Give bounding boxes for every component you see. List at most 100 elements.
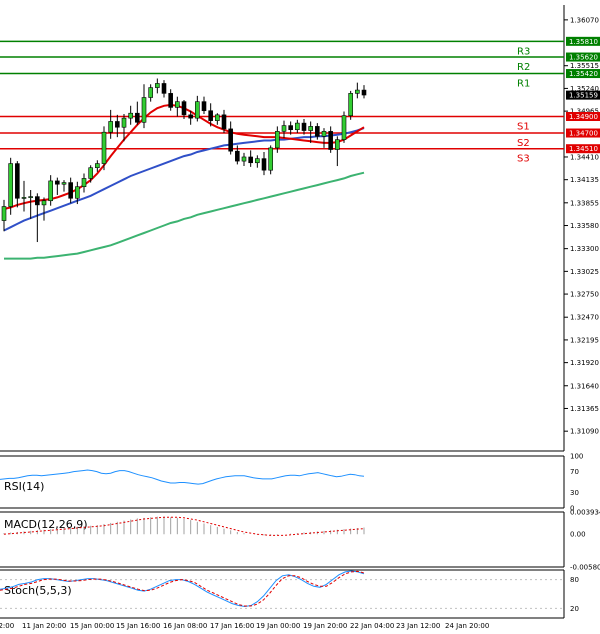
current-price-tag: 1.35159 <box>566 90 600 100</box>
x-tick-label: 24 Jan 20:00 <box>445 622 489 630</box>
candle <box>201 96 207 115</box>
x-tick-label: 22 Jan 04:00 <box>350 622 394 630</box>
candle <box>175 96 180 117</box>
candle-body <box>8 163 13 207</box>
candle-body <box>175 101 180 108</box>
level-value-r2: 1.35620 <box>569 54 598 62</box>
candle-body <box>188 114 193 119</box>
y-tick-label: 1.32750 <box>570 291 599 299</box>
candle-body <box>35 196 40 206</box>
candle-body <box>328 131 333 150</box>
y-tick-label: 1.34410 <box>570 153 599 161</box>
rsi-axis-ticks: 10070300 <box>570 453 583 513</box>
candle <box>15 161 20 208</box>
candle <box>95 160 100 172</box>
candle <box>195 95 200 122</box>
candle-body <box>355 89 360 94</box>
candle-body <box>255 158 260 164</box>
candle-body <box>215 114 220 121</box>
candle-body <box>295 122 300 131</box>
macd-axis-ticks: 0.003934 0.00 -0.005803 <box>570 509 600 572</box>
candle <box>148 84 153 102</box>
rsi-tick-label: 30 <box>570 489 579 497</box>
candle-body <box>108 121 113 133</box>
candle <box>81 173 87 193</box>
candle-body <box>48 180 53 202</box>
candle <box>68 177 73 204</box>
candle-body <box>228 128 233 152</box>
x-axis-labels: 12:00 11 Jan 20:00 15 Jan 00:0015 Jan 16:0… <box>0 622 489 630</box>
candle-body <box>88 167 93 179</box>
y-tick-label: 1.33025 <box>570 268 599 276</box>
y-tick-label: 1.31920 <box>570 359 599 367</box>
candle-body <box>301 122 307 131</box>
x-tick-label: 12:00 <box>0 622 14 630</box>
candle-body <box>335 139 340 150</box>
rsi-line <box>0 469 365 485</box>
rsi-tick-label: 70 <box>570 468 579 476</box>
x-tick-label: 17 Jan 16:00 <box>210 622 254 630</box>
candle-body <box>348 93 353 116</box>
macd-tick-label: 0.003934 <box>570 509 600 517</box>
current-price-label: 1.35159 <box>569 92 598 100</box>
candle-body <box>41 200 47 206</box>
candle-body <box>201 101 207 112</box>
candle-body <box>221 114 227 130</box>
candle-body <box>208 110 213 121</box>
candle <box>215 113 220 125</box>
candle <box>108 109 113 139</box>
level-value-r3: 1.35810 <box>569 38 598 46</box>
candle <box>35 193 40 243</box>
candle-body <box>361 89 367 96</box>
candle <box>141 84 147 129</box>
candle <box>28 190 33 219</box>
x-tick-label: 16 Jan 08:00 <box>163 622 207 630</box>
macd-tick-label: -0.005803 <box>570 564 600 572</box>
candle <box>268 145 273 175</box>
candle-body <box>121 117 127 128</box>
x-tick-label: 15 Jan 00:00 <box>70 622 114 630</box>
candle <box>361 85 367 99</box>
candle <box>101 126 107 171</box>
candle-body <box>275 131 280 149</box>
rsi-tick-label: 100 <box>570 453 583 461</box>
candle-body <box>195 101 200 119</box>
candle-body <box>308 126 313 131</box>
stoch-axis-ticks: 80 20 <box>0 576 579 613</box>
candle-body <box>21 197 27 199</box>
level-value-s3: 1.34510 <box>569 145 598 153</box>
candle-body <box>95 163 100 169</box>
pivot-levels: 1.35810 R3 1.35620 R2 1.35420 R1 1.34900 S1 1.34… <box>0 36 600 165</box>
candle-body <box>161 83 167 94</box>
y-tick-label: 1.36070 <box>570 16 599 24</box>
y-tick-label: 1.34135 <box>570 176 599 184</box>
candle-body <box>28 196 33 198</box>
candle-body <box>15 163 20 199</box>
candle <box>161 80 167 98</box>
candle-body <box>1 206 7 221</box>
candle <box>321 128 327 148</box>
level-value-r1: 1.35420 <box>569 70 598 78</box>
candle <box>355 82 360 99</box>
x-tick-label: 15 Jan 16:00 <box>116 622 160 630</box>
candle-body <box>341 115 347 140</box>
candle <box>335 136 340 167</box>
ma-blue-line <box>3 127 365 232</box>
candle <box>348 90 353 120</box>
candle <box>295 119 300 134</box>
candle-body <box>148 87 153 98</box>
level-name-s2: S2 <box>517 138 530 149</box>
candle-body <box>101 131 107 164</box>
candle-body <box>281 125 287 132</box>
candle <box>41 197 47 221</box>
chart-svg: 1.360701.355151.352401.349651.344101.341… <box>0 5 600 630</box>
x-tick-label: 11 Jan 20:00 <box>22 622 66 630</box>
candle <box>61 180 67 192</box>
y-tick-label: 1.32195 <box>570 336 599 344</box>
candle <box>281 120 287 138</box>
candle-body <box>235 150 240 162</box>
candle <box>308 121 313 143</box>
candle <box>241 152 247 167</box>
candle <box>21 180 27 212</box>
candle-body <box>261 158 267 171</box>
